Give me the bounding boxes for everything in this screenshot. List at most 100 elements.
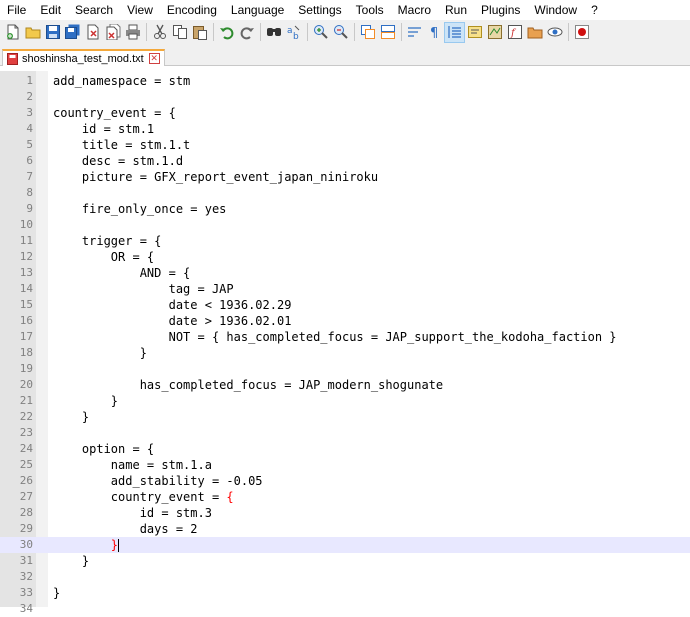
code-line[interactable]: 22 } [0, 409, 690, 425]
code-line[interactable]: 3 country_event = { [0, 105, 690, 121]
menu-run[interactable]: Run [438, 3, 474, 17]
menu-encoding[interactable]: Encoding [160, 3, 224, 17]
line-text: has_completed_focus = JAP_modern_shoguna… [53, 378, 444, 392]
code-line[interactable]: 33} [0, 585, 690, 601]
editor-pane[interactable]: 1 add_namespace = stm 2 3 country_event = {4… [0, 71, 690, 615]
code-line[interactable]: 1 add_namespace = stm [0, 73, 690, 89]
line-number: 8 [26, 186, 33, 199]
copy-icon[interactable] [170, 23, 189, 42]
code-line[interactable]: 26 add_stability = -0.05 [0, 473, 690, 489]
line-number: 12 [19, 250, 33, 263]
record-macro-icon[interactable] [572, 23, 591, 42]
toolbar-separator [213, 23, 214, 41]
word-wrap-icon[interactable] [405, 23, 424, 42]
code-line[interactable]: 5 title = stm.1.t [0, 137, 690, 153]
menu-search[interactable]: Search [68, 3, 120, 17]
menu-plugins[interactable]: Plugins [474, 3, 527, 17]
line-number: 24 [19, 442, 33, 455]
cut-icon[interactable] [150, 23, 169, 42]
code-line[interactable]: 11 trigger = { [0, 233, 690, 249]
code-line[interactable]: 9 fire_only_once = yes [0, 201, 690, 217]
code-line[interactable]: 14 tag = JAP [0, 281, 690, 297]
toolbar-separator [568, 23, 569, 41]
open-file-icon[interactable] [23, 23, 42, 42]
code-line[interactable]: 24 option = { [0, 441, 690, 457]
menu-language[interactable]: Language [224, 3, 291, 17]
code-line[interactable]: 6 desc = stm.1.d [0, 153, 690, 169]
code-line[interactable]: 15 date < 1936.02.29 [0, 297, 690, 313]
zoom-in-icon[interactable] [311, 23, 330, 42]
paste-icon[interactable] [190, 23, 209, 42]
code-line[interactable]: 23 [0, 425, 690, 441]
unsaved-file-icon [7, 52, 18, 65]
code-line[interactable]: 34 [0, 601, 690, 617]
new-file-icon[interactable] [3, 23, 22, 42]
line-number: 5 [26, 138, 33, 151]
code-line[interactable]: 25 name = stm.1.a [0, 457, 690, 473]
line-number: 19 [19, 362, 33, 375]
code-line[interactable]: 21 } [0, 393, 690, 409]
code-line[interactable]: 28 id = stm.3 [0, 505, 690, 521]
line-text: add_stability = -0.05 [53, 474, 263, 488]
user-language-icon[interactable] [465, 23, 484, 42]
code-line[interactable]: 17 NOT = { has_completed_focus = JAP_sup… [0, 329, 690, 345]
monitoring-icon[interactable] [545, 23, 564, 42]
line-text: country_event = { [53, 490, 234, 504]
toolbar: ab ¶ f [0, 20, 690, 44]
sync-vertical-icon[interactable] [358, 23, 377, 42]
svg-text:b: b [293, 32, 299, 40]
save-icon[interactable] [43, 23, 62, 42]
code-line[interactable]: 8 [0, 185, 690, 201]
code-line[interactable]: 31 } [0, 553, 690, 569]
code-line[interactable]: 19 [0, 361, 690, 377]
find-icon[interactable] [264, 23, 283, 42]
code-line[interactable]: 16 date > 1936.02.01 [0, 313, 690, 329]
tab-shoshinsha-test-mod[interactable]: shoshinsha_test_mod.txt ✕ [2, 49, 165, 66]
menu-window[interactable]: Window [527, 3, 584, 17]
line-number: 26 [19, 474, 33, 487]
print-icon[interactable] [123, 23, 142, 42]
line-text: option = { [53, 442, 155, 456]
line-number: 14 [19, 282, 33, 295]
line-text: id = stm.1 [53, 122, 155, 136]
code-line[interactable]: 32 [0, 569, 690, 585]
save-all-icon[interactable] [63, 23, 82, 42]
menu-file[interactable]: File [0, 3, 33, 17]
line-number: 34 [19, 602, 33, 615]
menu-view[interactable]: View [120, 3, 160, 17]
folder-workspace-icon[interactable] [525, 23, 544, 42]
replace-icon[interactable]: ab [284, 23, 303, 42]
close-icon[interactable] [83, 23, 102, 42]
redo-icon[interactable] [237, 23, 256, 42]
code-line[interactable]: 29 days = 2 [0, 521, 690, 537]
code-line[interactable]: 13 AND = { [0, 265, 690, 281]
tab-close-icon[interactable]: ✕ [148, 53, 160, 64]
code-line[interactable]: 27 country_event = { [0, 489, 690, 505]
close-all-icon[interactable] [103, 23, 122, 42]
tab-bar: shoshinsha_test_mod.txt ✕ [0, 44, 690, 66]
zoom-out-icon[interactable] [331, 23, 350, 42]
show-all-chars-icon[interactable]: ¶ [425, 23, 444, 42]
toolbar-separator [307, 23, 308, 41]
code-line[interactable]: 18 } [0, 345, 690, 361]
code-line[interactable]: 7 picture = GFX_report_event_japan_ninir… [0, 169, 690, 185]
menu-help[interactable]: ? [584, 3, 605, 17]
function-list-icon[interactable]: f [505, 23, 524, 42]
document-map-icon[interactable] [485, 23, 504, 42]
menu-settings[interactable]: Settings [291, 3, 348, 17]
undo-icon[interactable] [217, 23, 236, 42]
menu-edit[interactable]: Edit [33, 3, 68, 17]
code-line[interactable]: 12 OR = { [0, 249, 690, 265]
code-area[interactable]: 1 add_namespace = stm 2 3 country_event = {4… [0, 73, 690, 617]
sync-horizontal-icon[interactable] [378, 23, 397, 42]
menu-macro[interactable]: Macro [391, 3, 438, 17]
code-line[interactable]: 20 has_completed_focus = JAP_modern_shog… [0, 377, 690, 393]
menu-tools[interactable]: Tools [349, 3, 391, 17]
code-line[interactable]: 30 } [0, 537, 690, 553]
code-line[interactable]: 4 id = stm.1 [0, 121, 690, 137]
line-number: 33 [19, 586, 33, 599]
indent-guide-icon[interactable] [444, 21, 465, 43]
code-line[interactable]: 2 [0, 89, 690, 105]
code-line[interactable]: 10 [0, 217, 690, 233]
line-number: 11 [19, 234, 33, 247]
